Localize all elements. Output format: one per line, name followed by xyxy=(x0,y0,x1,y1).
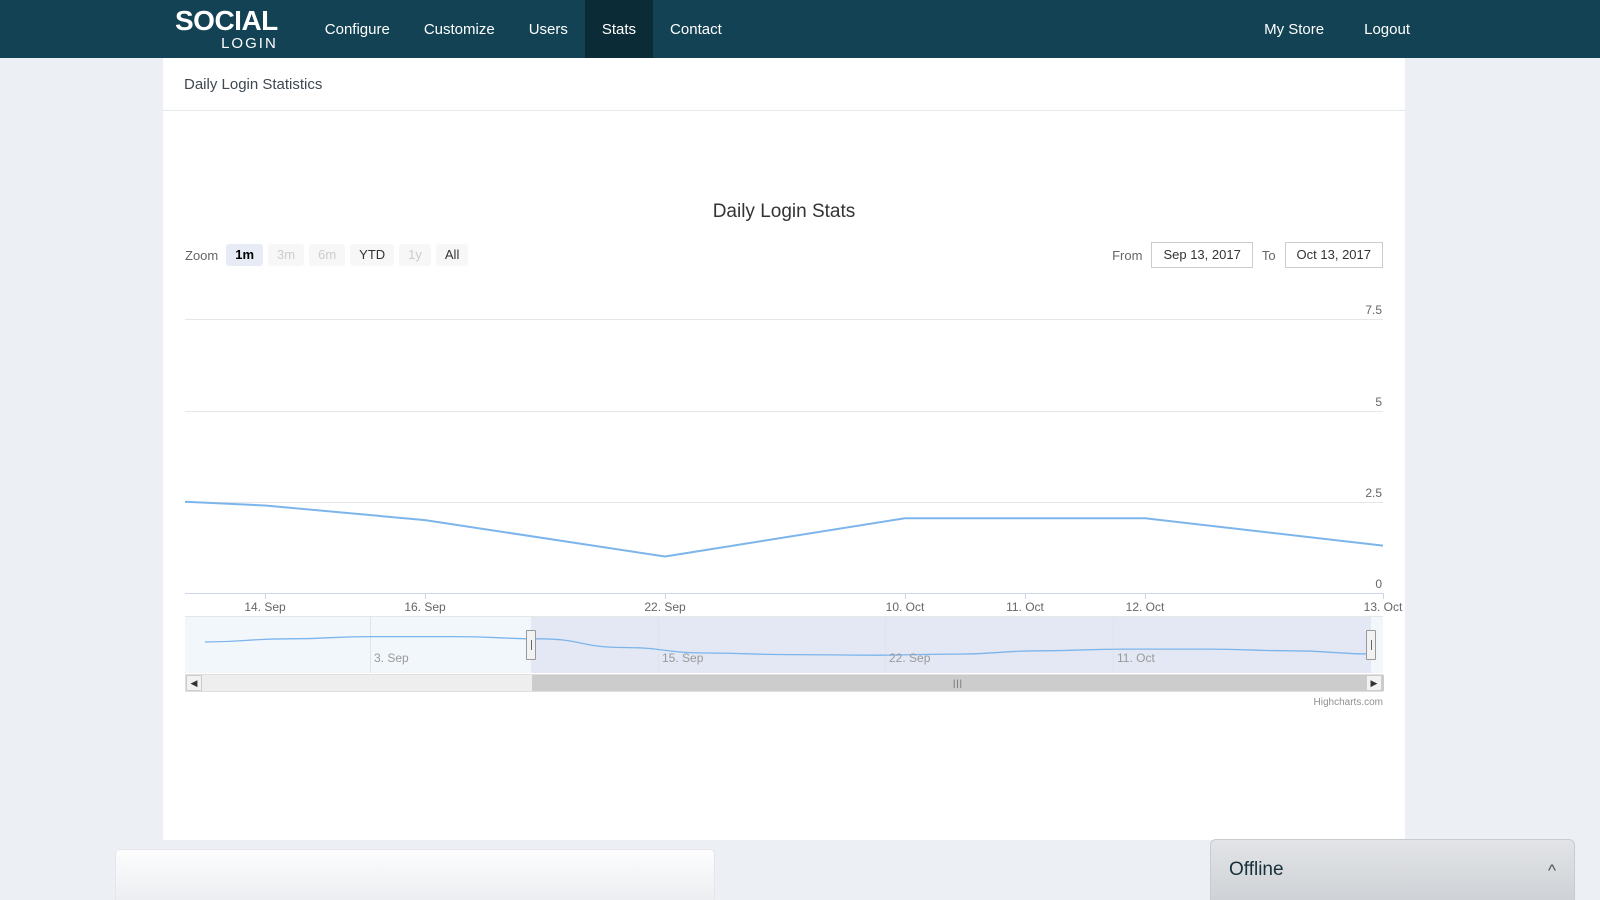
x-axis-tick-label: 16. Sep xyxy=(404,600,445,614)
chart-title: Daily Login Stats xyxy=(163,201,1405,223)
scrollbar-right-arrow-icon[interactable]: ▶ xyxy=(1366,675,1382,691)
navigator-series-svg xyxy=(185,616,1383,673)
navigator-scrollbar[interactable]: ◀ ||| ▶ xyxy=(185,674,1383,692)
range-button-1m[interactable]: 1m xyxy=(226,244,263,266)
x-axis-tick xyxy=(425,593,426,599)
scrollbar-left-arrow-icon[interactable]: ◀ xyxy=(186,675,202,691)
navigator-tick-label: 11. Oct xyxy=(1117,651,1155,665)
x-axis-tick-label: 12. Oct xyxy=(1126,600,1165,614)
primary-nav: Configure Customize Users Stats Contact xyxy=(308,0,739,58)
nav-item-contact[interactable]: Contact xyxy=(653,0,739,58)
brand-line-1: SOCIAL xyxy=(175,7,278,35)
x-axis-tick-label: 10. Oct xyxy=(886,600,925,614)
top-navigation-bar: SOCIAL LOGIN Configure Customize Users S… xyxy=(0,0,1600,58)
offline-widget-label: Offline xyxy=(1229,859,1284,881)
navigator-tick-label: 3. Sep xyxy=(374,651,409,665)
x-axis-tick-label: 14. Sep xyxy=(244,600,285,614)
to-date-input[interactable]: Oct 13, 2017 xyxy=(1285,242,1383,268)
highcharts-credit[interactable]: Highcharts.com xyxy=(1314,697,1383,708)
nav-item-stats[interactable]: Stats xyxy=(585,0,653,58)
to-label: To xyxy=(1262,248,1276,263)
x-axis-tick xyxy=(1025,593,1026,599)
x-axis-tick xyxy=(1383,593,1384,599)
daily-logins-line xyxy=(185,502,1383,557)
nav-item-my-store[interactable]: My Store xyxy=(1244,0,1344,58)
brand-logo[interactable]: SOCIAL LOGIN xyxy=(175,0,308,58)
series-container xyxy=(185,283,1383,593)
from-label: From xyxy=(1112,248,1142,263)
plot-area[interactable]: 02.557.5 14. Sep16. Sep22. Sep10. Oct11.… xyxy=(185,283,1383,593)
x-axis-tick xyxy=(905,593,906,599)
handle-grip-icon xyxy=(1371,640,1372,650)
nav-item-users[interactable]: Users xyxy=(512,0,585,58)
chat-offline-widget[interactable]: Offline ^ xyxy=(1210,839,1575,900)
chevron-up-icon[interactable]: ^ xyxy=(1548,862,1556,879)
navigator-tick-label: 15. Sep xyxy=(662,651,703,665)
range-button-ytd[interactable]: YTD xyxy=(350,244,394,266)
range-selector: Zoom 1m 3m 6m YTD 1y All xyxy=(185,244,473,266)
content-panel: Daily Login Statistics Daily Login Stats… xyxy=(163,58,1405,818)
navigator-tick-label: 22. Sep xyxy=(889,651,930,665)
scrollbar-thumb[interactable]: ||| xyxy=(532,675,1384,691)
page-title: Daily Login Statistics xyxy=(184,76,322,93)
range-button-3m: 3m xyxy=(268,244,304,266)
range-button-1y: 1y xyxy=(399,244,431,266)
handle-grip-icon xyxy=(531,640,532,650)
x-axis-tick xyxy=(665,593,666,599)
nav-item-customize[interactable]: Customize xyxy=(407,0,512,58)
x-axis-tick xyxy=(265,593,266,599)
chart-navigator[interactable]: 3. Sep 15. Sep 22. Sep 11. Oct xyxy=(185,616,1383,673)
bottom-left-panel xyxy=(115,849,715,900)
series-line-svg xyxy=(185,283,1383,593)
navigator-handle-right[interactable] xyxy=(1366,630,1376,660)
from-date-input[interactable]: Sep 13, 2017 xyxy=(1151,242,1252,268)
nav-item-configure[interactable]: Configure xyxy=(308,0,407,58)
range-button-6m: 6m xyxy=(309,244,345,266)
x-axis-tick-label: 11. Oct xyxy=(1006,600,1044,614)
daily-login-stats-chart[interactable]: Daily Login Stats Zoom 1m 3m 6m YTD 1y A… xyxy=(163,111,1405,601)
range-date-inputs: From Sep 13, 2017 To Oct 13, 2017 xyxy=(1103,242,1383,268)
x-axis-line xyxy=(185,593,1383,594)
range-selector-label: Zoom xyxy=(185,248,218,263)
nav-item-logout[interactable]: Logout xyxy=(1344,0,1430,58)
x-axis-tick xyxy=(1145,593,1146,599)
x-axis-tick-label: 22. Sep xyxy=(644,600,685,614)
secondary-nav: My Store Logout xyxy=(1244,0,1430,58)
x-axis-tick-label: 13. Oct xyxy=(1364,600,1403,614)
panel-header: Daily Login Statistics xyxy=(163,58,1405,111)
panel-bottom-strip xyxy=(163,818,1405,840)
navigator-handle-left[interactable] xyxy=(526,630,536,660)
brand-line-2: LOGIN xyxy=(175,36,278,51)
range-button-all[interactable]: All xyxy=(436,244,468,266)
